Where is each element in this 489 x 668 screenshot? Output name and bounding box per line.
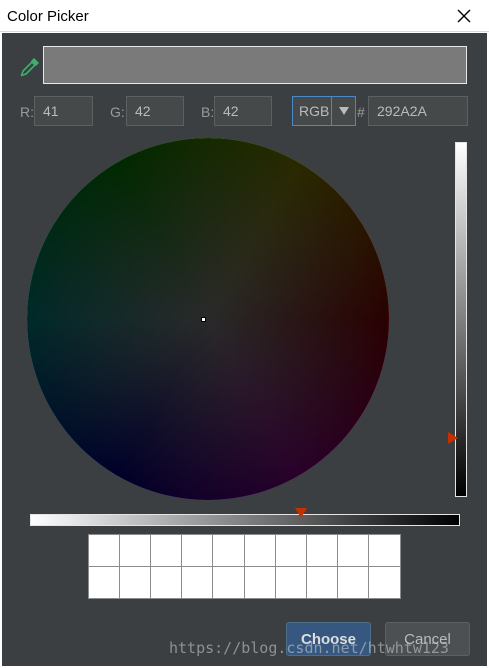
swatch-cell[interactable] — [368, 535, 400, 567]
swatch-cell[interactable] — [368, 566, 400, 598]
g-label: G: — [110, 104, 125, 120]
g-input[interactable] — [126, 96, 184, 126]
cancel-button[interactable]: Cancel — [385, 622, 470, 656]
close-icon — [457, 9, 471, 23]
swatch-cell[interactable] — [337, 535, 369, 567]
swatch-cell[interactable] — [213, 535, 245, 567]
choose-button[interactable]: Choose — [286, 622, 371, 656]
brightness-slider-thumb[interactable] — [448, 432, 458, 444]
b-label: B: — [201, 104, 215, 120]
swatch-cell[interactable] — [244, 566, 276, 598]
swatch-cell[interactable] — [151, 566, 183, 598]
hash-label: # — [357, 104, 365, 120]
swatch-cell[interactable] — [89, 566, 121, 598]
swatch-cell[interactable] — [275, 535, 307, 567]
wheel-cursor[interactable] — [201, 317, 206, 322]
dropdown-arrow-icon — [331, 97, 355, 125]
swatch-cell[interactable] — [120, 535, 152, 567]
swatch-cell[interactable] — [306, 566, 338, 598]
swatch-cell[interactable] — [275, 566, 307, 598]
r-input[interactable] — [34, 96, 93, 126]
gray-slider-thumb[interactable] — [295, 508, 307, 518]
swatch-cell[interactable] — [120, 566, 152, 598]
swatch-cell[interactable] — [89, 535, 121, 567]
color-mode-value: RGB — [299, 103, 330, 119]
b-input[interactable] — [214, 96, 272, 126]
swatch-cell[interactable] — [306, 535, 338, 567]
swatch-cell[interactable] — [182, 535, 214, 567]
r-label: R: — [20, 104, 34, 120]
swatch-cell[interactable] — [182, 566, 214, 598]
hex-input[interactable] — [368, 96, 468, 126]
custom-swatches — [88, 534, 401, 599]
window-title: Color Picker — [7, 8, 89, 25]
color-mode-select[interactable]: RGB — [292, 96, 356, 126]
title-bar: Color Picker — [0, 0, 489, 32]
swatch-cell[interactable] — [151, 535, 183, 567]
close-button[interactable] — [447, 3, 481, 29]
eyedropper-button[interactable] — [19, 56, 41, 78]
swatch-cell[interactable] — [244, 535, 276, 567]
eyedropper-icon — [20, 58, 39, 77]
swatch-cell[interactable] — [213, 566, 245, 598]
color-wheel[interactable] — [27, 138, 389, 500]
gray-slider[interactable] — [30, 514, 460, 526]
color-preview — [43, 46, 467, 84]
swatch-cell[interactable] — [337, 566, 369, 598]
